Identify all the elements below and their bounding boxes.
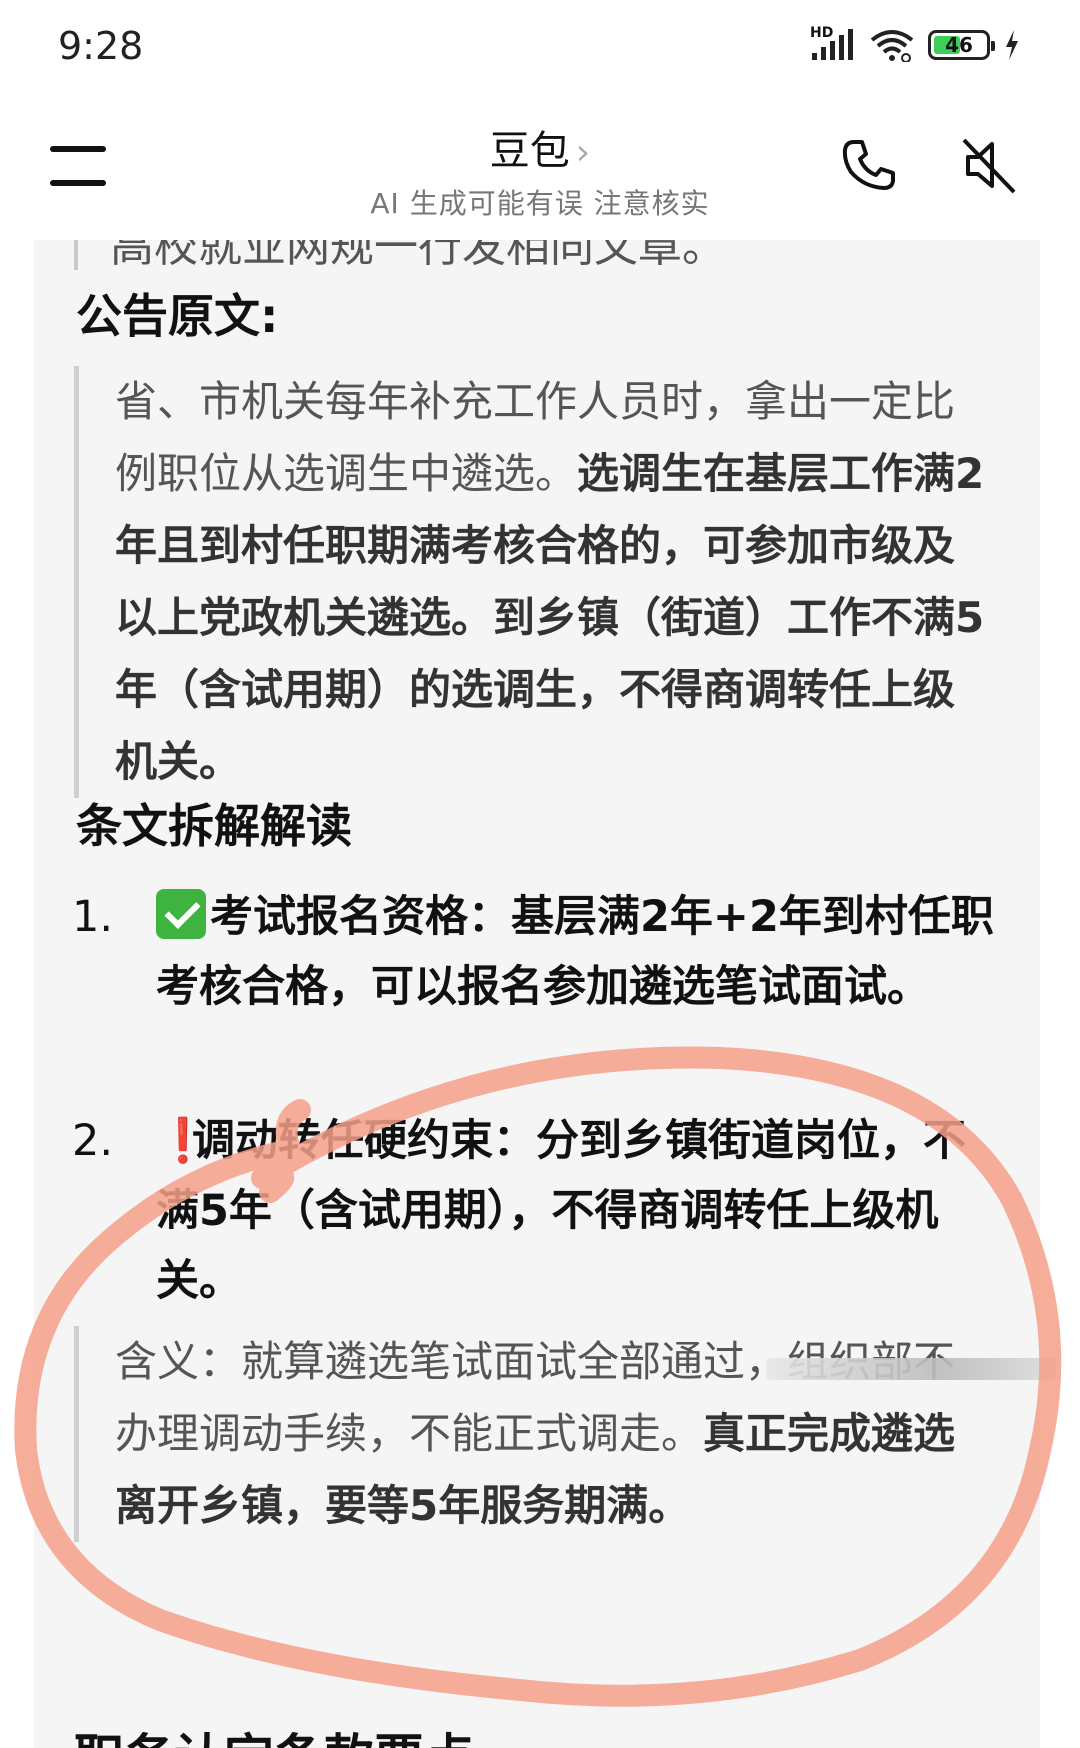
check-mark-icon <box>156 889 206 939</box>
menu-icon <box>50 146 106 152</box>
bot-title[interactable]: 豆包 › <box>300 118 780 176</box>
section-title-original: 公告原文: <box>76 289 279 343</box>
quote-original: 省、市机关每年补充工作人员时，拿出一定比例职位从选调生中遴选。选调生在基层工作满… <box>74 366 995 798</box>
charging-icon <box>1006 30 1018 60</box>
list-item: 2. ❗调动转任硬约束：分到乡镇街道岗位，不满5年（含试用期），不得商调转任上级… <box>72 1106 1002 1316</box>
ai-disclaimer: AI 生成可能有误 注意核实 <box>370 187 710 220</box>
bot-name: 豆包 <box>489 128 570 174</box>
chevron-right-icon: › <box>575 132 591 173</box>
partially-visible-heading: 职务认定条款要点 <box>74 1718 474 1748</box>
scroll-indicator[interactable] <box>766 1358 1056 1380</box>
network-type-label: HD <box>810 25 834 41</box>
status-icons: HD 46 <box>810 25 1020 62</box>
list-item-text: 调动转任硬约束：分到乡镇街道岗位，不满5年（含试用期），不得商调转任上级机关。 <box>156 1116 966 1306</box>
list-number: 2. <box>72 1116 114 1166</box>
menu-button[interactable] <box>50 140 112 192</box>
status-time: 9:28 <box>58 24 144 68</box>
chat-title-area[interactable]: 豆包 › AI 生成可能有误 注意核实 <box>300 118 780 222</box>
battery-level: 46 <box>945 33 973 57</box>
quote-original-bold: 选调生在基层工作满2年且到村任职期满考核合格的，可参加市级及以上党政机关遴选。到… <box>115 449 985 786</box>
list-number: 1. <box>72 892 114 942</box>
section-title-analysis: 条文拆解解读 <box>76 799 352 853</box>
list-item-text: 考试报名资格：基层满2年+2年到村任职考核合格，可以报名参加遴选笔试面试。 <box>156 892 994 1012</box>
partially-visible-text: 高校就业网规一行发相同文章。 <box>110 240 726 272</box>
message-content: 高校就业网规一行发相同文章。 公告原文: 省、市机关每年补充工作人员时，拿出一定… <box>34 240 1040 1748</box>
phone-icon <box>842 140 895 190</box>
mute-button[interactable] <box>954 130 1024 200</box>
mute-icon <box>962 138 1016 194</box>
signal-icon: HD <box>810 25 856 61</box>
exclamation-icon: ❗ <box>156 1116 210 1166</box>
call-button[interactable] <box>834 130 904 200</box>
app-header: 豆包 › AI 生成可能有误 注意核实 <box>0 100 1080 240</box>
wifi-icon <box>870 30 914 62</box>
battery-icon: 46 <box>928 30 995 60</box>
list-item: 1. 考试报名资格：基层满2年+2年到村任职考核合格，可以报名参加遴选笔试面试。 <box>72 882 1002 1022</box>
status-bar: 9:28 HD 46 <box>0 0 1080 100</box>
